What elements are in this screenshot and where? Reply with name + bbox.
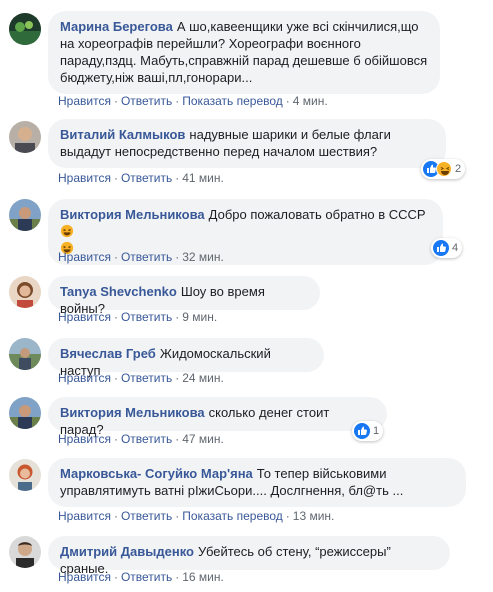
- haha-reaction-icon: [436, 161, 452, 177]
- reply-link[interactable]: Ответить: [121, 171, 172, 185]
- separator: ·: [113, 171, 118, 185]
- comment-bubble: Дмитрий Давыденко Убейтесь об стену, “реж…: [48, 536, 450, 576]
- comment-bubble: Виктория Мельникова сколько денег стоит п…: [48, 397, 387, 437]
- comment-actions: Нравится · Ответить · 41 мин.: [58, 170, 224, 186]
- comment-time[interactable]: 4 мин.: [293, 94, 328, 108]
- separator: ·: [113, 250, 118, 264]
- comment-author[interactable]: Tanya Shevchenko: [60, 284, 177, 299]
- avatar[interactable]: [9, 199, 41, 231]
- avatar[interactable]: [9, 536, 41, 568]
- comment-bubble: Марковська- Согуйко Мар'яна То тепер війс…: [48, 458, 466, 507]
- separator: ·: [175, 310, 180, 324]
- comment-author[interactable]: Виталий Калмыков: [60, 127, 185, 142]
- separator: ·: [175, 94, 180, 108]
- avatar[interactable]: [9, 397, 41, 429]
- separator: ·: [113, 371, 118, 385]
- comment-actions: Нравится · Ответить · Показать перевод · 4 мин…: [58, 93, 328, 109]
- comment-author[interactable]: Марина Берегова: [60, 19, 173, 34]
- separator: ·: [113, 310, 118, 324]
- reply-link[interactable]: Ответить: [121, 432, 172, 446]
- separator: ·: [113, 94, 118, 108]
- separator: ·: [113, 509, 118, 523]
- reply-link[interactable]: Ответить: [121, 250, 172, 264]
- separator: ·: [175, 371, 180, 385]
- avatar[interactable]: [9, 276, 41, 308]
- reply-link[interactable]: Ответить: [121, 310, 172, 324]
- rolling-laughing-emoji-icon: [60, 224, 74, 238]
- reply-link[interactable]: Ответить: [121, 94, 172, 108]
- avatar[interactable]: [9, 121, 41, 153]
- comment-bubble: Марина Берегова А шо,кавеенщики уже всі с…: [48, 11, 440, 94]
- comment-time[interactable]: 41 мин.: [182, 171, 224, 185]
- reaction-count: 2: [455, 163, 462, 175]
- translate-link[interactable]: Показать перевод: [182, 94, 283, 108]
- reply-link[interactable]: Ответить: [121, 509, 172, 523]
- like-link[interactable]: Нравится: [58, 94, 111, 108]
- translate-link[interactable]: Показать перевод: [182, 509, 283, 523]
- separator: ·: [285, 94, 290, 108]
- like-link[interactable]: Нравится: [58, 509, 111, 523]
- comment-actions: Нравится · Ответить · 47 мин.: [58, 431, 224, 447]
- comment-bubble: Tanya Shevchenko Шоу во время войны?: [48, 276, 320, 316]
- reaction-count: 1: [373, 425, 380, 437]
- separator: ·: [113, 570, 118, 584]
- separator: ·: [175, 250, 180, 264]
- reply-link[interactable]: Ответить: [121, 371, 172, 385]
- like-reaction-icon: [354, 423, 370, 439]
- comment-time[interactable]: 47 мин.: [182, 432, 224, 446]
- like-link[interactable]: Нравится: [58, 432, 111, 446]
- comment-author[interactable]: Виктория Мельникова: [60, 405, 205, 420]
- comment-author[interactable]: Вячеслав Греб: [60, 346, 156, 361]
- comment-author[interactable]: Дмитрий Давыденко: [60, 544, 194, 559]
- separator: ·: [113, 432, 118, 446]
- separator: ·: [175, 509, 180, 523]
- comment-time[interactable]: 9 мин.: [182, 310, 217, 324]
- comment-bubble: Вячеслав Греб Жидомоскальский наступ: [48, 338, 324, 378]
- like-reaction-icon: [433, 240, 449, 256]
- comment-actions: Нравится · Ответить · 16 мин.: [58, 569, 224, 585]
- separator: ·: [175, 570, 180, 584]
- separator: ·: [175, 171, 180, 185]
- like-link[interactable]: Нравится: [58, 250, 111, 264]
- comment-time[interactable]: 13 мин.: [293, 509, 335, 523]
- comment-time[interactable]: 32 мин.: [182, 250, 224, 264]
- avatar[interactable]: [9, 459, 41, 491]
- reaction-summary[interactable]: 2: [421, 159, 466, 179]
- reply-link[interactable]: Ответить: [121, 570, 172, 584]
- comment-actions: Нравится · Ответить · Показать перевод · 13 ми…: [58, 508, 334, 524]
- reaction-summary[interactable]: 1: [352, 421, 384, 441]
- reaction-summary[interactable]: 4: [431, 238, 463, 258]
- separator: ·: [285, 509, 290, 523]
- reaction-count: 4: [452, 242, 459, 254]
- comment-author[interactable]: Марковська- Согуйко Мар'яна: [60, 466, 253, 481]
- comment-actions: Нравится · Ответить · 24 мин.: [58, 370, 224, 386]
- comment-bubble: Виталий Калмыков надувные шарики и белые …: [48, 119, 446, 168]
- like-link[interactable]: Нравится: [58, 171, 111, 185]
- comment-actions: Нравится · Ответить · 32 мин.: [58, 249, 224, 265]
- like-link[interactable]: Нравится: [58, 310, 111, 324]
- comment-author[interactable]: Виктория Мельникова: [60, 207, 205, 222]
- comment-time[interactable]: 24 мин.: [182, 371, 224, 385]
- avatar[interactable]: [9, 338, 41, 370]
- like-link[interactable]: Нравится: [58, 570, 111, 584]
- comment-time[interactable]: 16 мин.: [182, 570, 224, 584]
- comment-text: Добро пожаловать обратно в СССР: [208, 207, 426, 222]
- separator: ·: [175, 432, 180, 446]
- comment-actions: Нравится · Ответить · 9 мин.: [58, 309, 217, 325]
- like-link[interactable]: Нравится: [58, 371, 111, 385]
- avatar[interactable]: [9, 13, 41, 45]
